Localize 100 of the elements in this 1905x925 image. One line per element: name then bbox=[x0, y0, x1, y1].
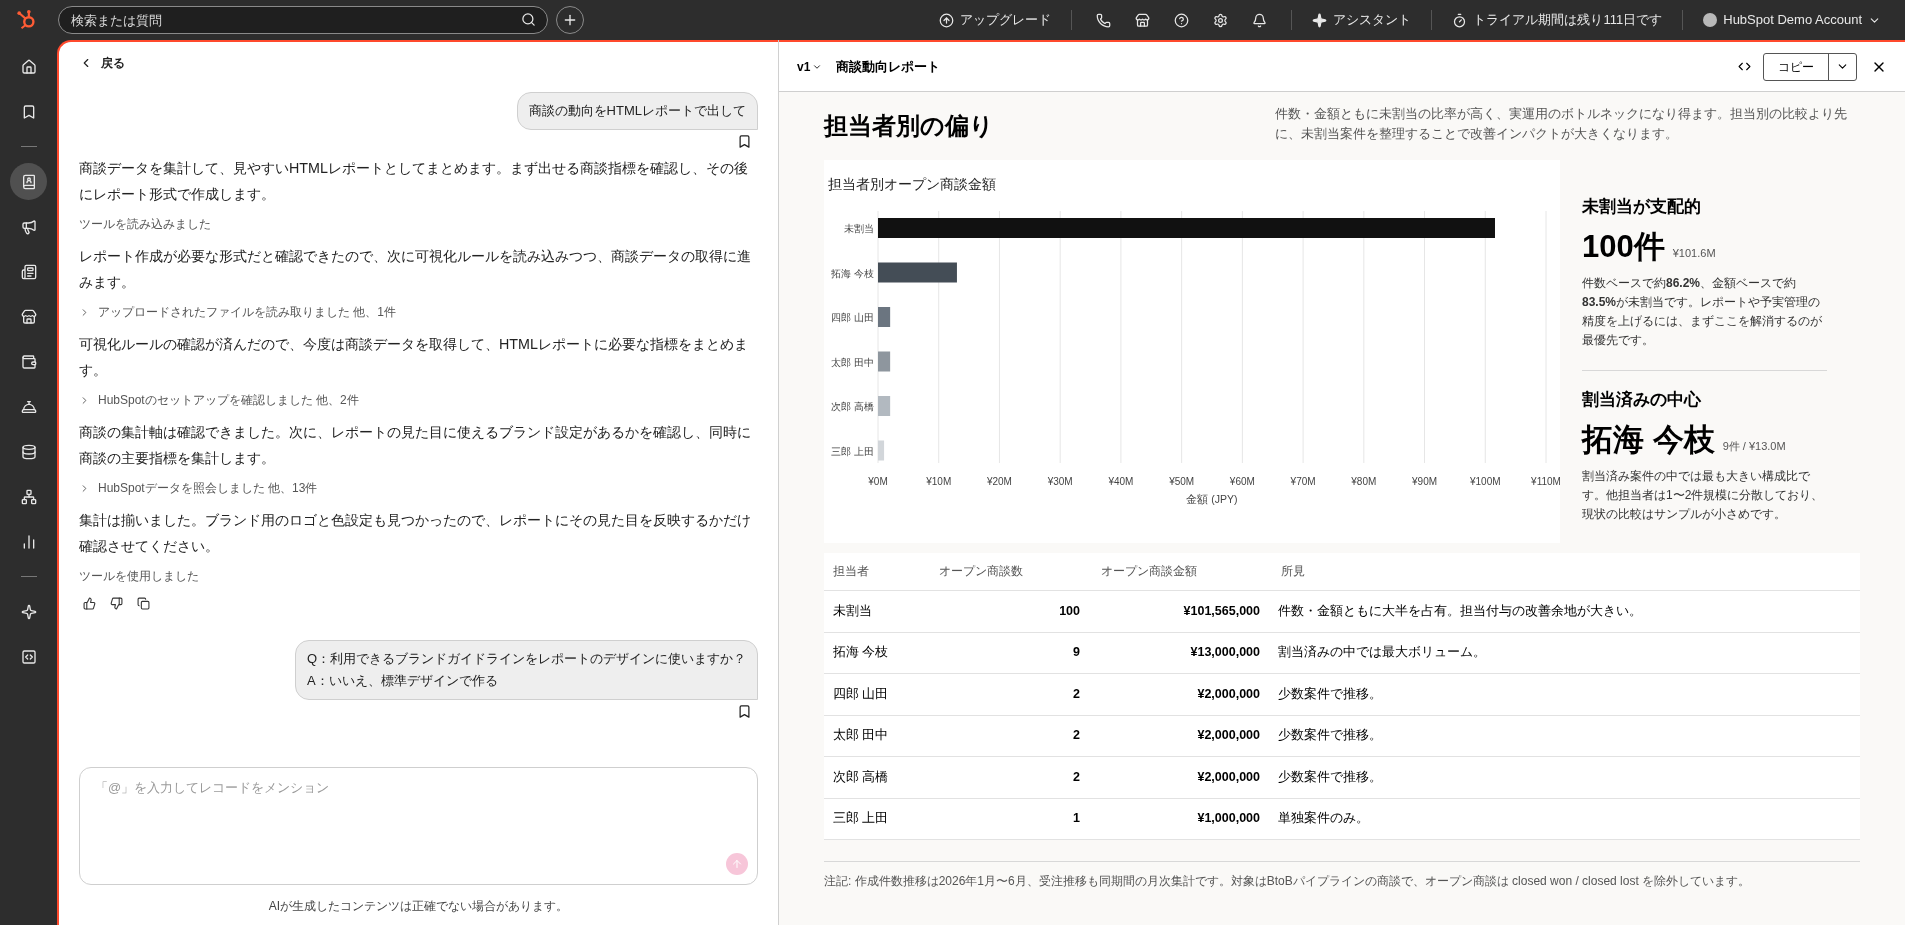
bar bbox=[878, 440, 885, 461]
category-label: 太郎 田中 bbox=[831, 356, 874, 368]
trial-button[interactable]: トライアル期間は残り111日です bbox=[1444, 10, 1671, 30]
avatar bbox=[1703, 13, 1718, 27]
table-cell-text: 少数案件で推移。 bbox=[1278, 768, 1382, 786]
tick-label: ¥30M bbox=[1047, 476, 1073, 487]
column-header: 所見 bbox=[1281, 564, 1305, 577]
tick-label: ¥60M bbox=[1229, 476, 1255, 487]
timer-icon bbox=[1452, 12, 1468, 28]
insight-detail: 9件 / ¥13.0M bbox=[1722, 438, 1786, 454]
insight-title: 割当済みの中心 bbox=[1582, 389, 1701, 411]
assistant-message: 商談の集計軸は確認できました。次に、レポートの見た目に使えるブランド設定があるかを確認し、同時に商談の主要指標を集計します。 bbox=[79, 423, 752, 468]
table-cell-text: 件数・金額ともに大半を占有。担当付与の改善余地が大きい。 bbox=[1278, 602, 1642, 620]
table-cell-text: 四郎 山田 bbox=[833, 685, 889, 703]
tick-label: ¥40M bbox=[1108, 476, 1134, 487]
tool-status: ツールを読み込みました bbox=[79, 216, 211, 233]
network-icon bbox=[20, 488, 37, 505]
bar bbox=[878, 396, 891, 416]
tick-label: ¥110M bbox=[1531, 476, 1560, 487]
tool-status: ツールを使用しました bbox=[79, 568, 199, 585]
table-cell-text: 9 bbox=[1073, 644, 1080, 662]
account-menu[interactable]: HubSpot Demo Account bbox=[1695, 10, 1889, 30]
help-icon[interactable] bbox=[1174, 12, 1190, 28]
tick-label: ¥80M bbox=[1351, 476, 1377, 487]
bar bbox=[878, 307, 891, 327]
tick-label: ¥10M bbox=[926, 476, 952, 487]
message-input[interactable]: 「@」を入力してレコードをメンション bbox=[79, 767, 758, 885]
arrow-up-circle-icon bbox=[939, 12, 955, 28]
phone-icon[interactable] bbox=[1096, 12, 1112, 28]
thumbs-down-icon[interactable] bbox=[110, 597, 123, 610]
column-header: 担当者 bbox=[833, 564, 869, 577]
table-cell-text: ¥2,000,000 bbox=[1197, 685, 1260, 703]
tick-label: ¥50M bbox=[1169, 476, 1195, 487]
assistant-message: 可視化ルールの確認が済んだので、今度は商談データを取得して、HTMLレポートに必要な指標をまとめます。 bbox=[79, 335, 749, 380]
bookmark-icon[interactable] bbox=[737, 134, 752, 149]
insight-text: 件数ベースで約86.2%、金額ベースで約83.5%が未割当です。レポートや予実管理の精度を上げるには、まずここを解消するのが最優先です。 bbox=[1582, 275, 1823, 349]
megaphone-icon bbox=[20, 218, 37, 235]
search-field[interactable]: 検索または質問 bbox=[58, 6, 548, 34]
assistant-message: レポート作成が必要な形式だと確認できたので、次に可視化ルールを読み込みつつ、商談データの取得に進みます。 bbox=[79, 247, 752, 292]
table-cell-text: 2 bbox=[1073, 768, 1080, 786]
tool-summary[interactable]: アップロードされたファイルを読み取りました 他、1件 bbox=[79, 303, 396, 321]
tick-label: ¥90M bbox=[1412, 476, 1438, 487]
sparkle-icon bbox=[1312, 12, 1328, 28]
bookmark-icon[interactable] bbox=[737, 704, 752, 719]
assistant-button[interactable]: アシスタント bbox=[1304, 10, 1420, 30]
table-cell-text: ¥101,565,000 bbox=[1183, 602, 1260, 620]
table-cell-text: ¥13,000,000 bbox=[1190, 644, 1260, 662]
nav-item[interactable] bbox=[10, 163, 47, 200]
insight-title: 未割当が支配的 bbox=[1582, 196, 1701, 218]
code-icon[interactable] bbox=[1738, 60, 1751, 73]
search-icon[interactable] bbox=[521, 12, 536, 27]
copy-icon[interactable] bbox=[137, 597, 150, 610]
category-label: 未割当 bbox=[844, 223, 874, 234]
notification-icon[interactable] bbox=[1252, 12, 1268, 28]
logo-icon[interactable] bbox=[16, 9, 38, 31]
home-icon bbox=[20, 58, 37, 75]
assistant-message: 商談データを集計して、見やすいHTMLレポートとしてまとめます。まず出せる商談指標を確認し、その後にレポート形式で作成します。 bbox=[79, 159, 749, 204]
section-summary: 件数・金額ともに未割当の比率が高く、実運用のボトルネックになり得ます。担当別の比較より先に、未割当案件を整理することで改善インパクトが大きくなります。 bbox=[1275, 106, 1848, 143]
table-cell-text: 少数案件で推移。 bbox=[1278, 727, 1382, 745]
back-link[interactable]: 戻る bbox=[79, 54, 125, 72]
column-header: オープン商談数 bbox=[939, 564, 1023, 577]
arrow-up-icon bbox=[731, 858, 743, 870]
table-cell-text: 単独案件のみ。 bbox=[1278, 810, 1369, 828]
table-cell-text: 100 bbox=[1059, 602, 1080, 620]
version-dropdown[interactable]: v1 bbox=[797, 57, 823, 76]
tool-summary[interactable]: HubSpotデータを照会しました 他、13件 bbox=[79, 479, 318, 497]
bell-icon bbox=[20, 398, 37, 415]
table-cell-text: ¥2,000,000 bbox=[1197, 768, 1260, 786]
thumbs-up-icon[interactable] bbox=[83, 597, 96, 610]
chart-title: 担当者別オープン商談金額 bbox=[828, 175, 996, 194]
upgrade-button[interactable]: アップグレード bbox=[931, 10, 1060, 30]
column-header: オープン商談金額 bbox=[1101, 564, 1197, 577]
insight-value: 100件 bbox=[1582, 227, 1665, 266]
tick-label: ¥70M bbox=[1290, 476, 1316, 487]
category-label: 三郎 上田 bbox=[831, 445, 874, 457]
table-cell-text: 2 bbox=[1073, 685, 1080, 703]
section-heading: 担当者別の偏り bbox=[824, 111, 994, 141]
settings-icon[interactable] bbox=[1213, 12, 1229, 28]
insight-text: 割当済み案件の中では最も大きい構成比です。他担当者は1〜2件規模に分散しており、現状の比較はサンプルが小さめです。 bbox=[1582, 468, 1825, 523]
store-icon[interactable] bbox=[1135, 12, 1151, 28]
user-message: Q：利用できるブランドガイドラインをレポートのデザインに使いますか？ A：いいえ、標準デザインで作る bbox=[294, 640, 758, 700]
category-label: 次郎 高橋 bbox=[831, 401, 874, 412]
assistant-message: 集計は揃いました。ブランド用のロゴと色設定も見つかったので、レポートにその見た目を反映するかだけ確認させてください。 bbox=[79, 511, 752, 556]
footnote: 注記: 作成件数推移は2026年1月〜6月、受注推移も同期間の月次集計です。対象はBtoBパイプラインの商談で、オープン商談は closed won / closed lost を除外しています。 bbox=[824, 873, 1752, 890]
database-icon bbox=[20, 443, 37, 460]
table-cell-text: 1 bbox=[1073, 810, 1080, 828]
tool-summary[interactable]: HubSpotのセットアップを確認しました 他、2件 bbox=[79, 391, 359, 409]
code-icon bbox=[20, 648, 37, 665]
category-label: 拓海 今枝 bbox=[831, 267, 874, 279]
disclaimer: AIが生成したコンテンツは正確でない場合があります。 bbox=[268, 898, 569, 915]
table-cell-text: 未割当 bbox=[833, 602, 872, 620]
report-title: 商談動向レポート bbox=[836, 57, 941, 76]
bar bbox=[878, 351, 891, 372]
table-cell-text: ¥1,000,000 bbox=[1197, 810, 1260, 828]
list-icon bbox=[20, 263, 37, 280]
table-cell-text: ¥2,000,000 bbox=[1197, 727, 1260, 745]
sparkle-icon bbox=[20, 603, 37, 620]
table-cell-text: 2 bbox=[1073, 727, 1080, 745]
table-cell-text: 次郎 高橋 bbox=[833, 768, 889, 786]
user-message: 商談の動向をHTMLレポートで出して bbox=[516, 92, 758, 130]
